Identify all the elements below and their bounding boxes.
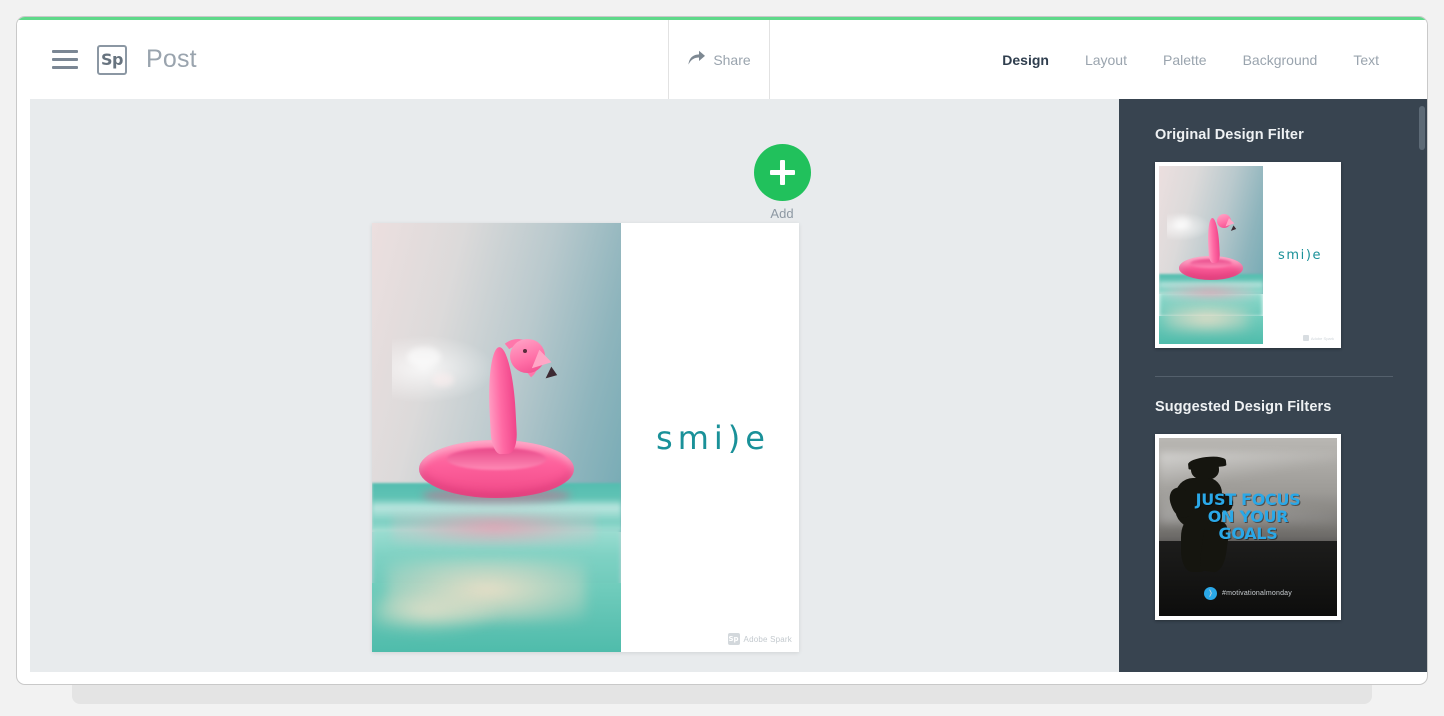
adobe-spark-watermark-logo-icon: Sp: [727, 633, 740, 645]
runner-head: [1190, 458, 1219, 480]
header-left-group: Sp Post: [17, 20, 668, 99]
share-label: Share: [713, 51, 751, 68]
adobe-spark-watermark: Sp Adobe Spark: [727, 633, 792, 645]
artboard-photo: [372, 223, 621, 652]
plus-icon: [753, 144, 811, 201]
thumb-flamingo-reflection: [1167, 286, 1253, 301]
poster-headline-line-3: GOALS: [1218, 524, 1278, 544]
suggested-design-filter-thumbnail[interactable]: JUST FOCUS ON YOUR GOALS ❭ #motivational…: [1155, 434, 1341, 620]
artboard-text-pane[interactable]: smi)e Sp Adobe Spark: [621, 223, 799, 652]
canvas-workspace: Add smi)e Sp Adobe Spark: [30, 99, 1119, 672]
lens-flare-icon: [1173, 217, 1190, 228]
hamburger-menu-icon[interactable]: [52, 50, 78, 69]
thumbnail-content: JUST FOCUS ON YOUR GOALS ❭ #motivational…: [1159, 438, 1337, 616]
photo-sun-glow: [391, 334, 497, 404]
app-window: Sp Post Share Design Layout Palette Back…: [16, 16, 1428, 685]
original-design-filter-thumbnail[interactable]: smi)e Adobe Spark: [1155, 162, 1341, 348]
flamingo-eye: [522, 349, 527, 354]
thumbnail-content: smi)e Adobe Spark: [1159, 166, 1337, 344]
design-filters-panel: Original Design Filter smi)e Adobe Spark…: [1119, 99, 1427, 672]
adobe-spark-watermark-label: Adobe Spark: [743, 634, 792, 644]
add-button-label: Add: [770, 206, 794, 221]
share-button[interactable]: Share: [668, 20, 770, 99]
thumb-watermark: Adobe Spark: [1302, 335, 1334, 341]
tab-design[interactable]: Design: [1002, 52, 1049, 68]
hamburger-bar: [52, 66, 78, 69]
photo-underwater-sand: [374, 587, 504, 635]
adobe-spark-logo-icon[interactable]: Sp: [97, 44, 127, 75]
app-header: Sp Post Share Design Layout Palette Back…: [17, 20, 1427, 99]
thumb-headline: smi)e: [1277, 247, 1323, 263]
document-title[interactable]: Post: [146, 45, 197, 74]
hamburger-bar: [52, 58, 78, 61]
add-button[interactable]: Add: [742, 144, 822, 221]
suggested-design-filters-section: Suggested Design Filters JUST FOCUS ON Y…: [1119, 377, 1427, 620]
twitter-icon: ❭: [1204, 586, 1218, 600]
screenshot-root: Sp Post Share Design Layout Palette Back…: [0, 0, 1444, 716]
photo-flamingo-reflection: [391, 512, 597, 547]
header-nav: Design Layout Palette Background Text: [770, 20, 1427, 99]
tab-text[interactable]: Text: [1353, 52, 1379, 68]
thumb-photo: [1159, 166, 1264, 344]
thumb-sun-glow: [1167, 212, 1212, 241]
poster-headline-line-1: JUST FOCUS: [1195, 490, 1301, 510]
thumb-text-pane: smi)e Adobe Spark: [1263, 166, 1337, 344]
artboard-headline[interactable]: smi)e: [650, 419, 770, 457]
original-design-filter-section: Original Design Filter smi)e Adobe Spark: [1119, 99, 1427, 348]
poster-hashtag: #motivationalmonday: [1222, 589, 1292, 597]
hamburger-bar: [52, 50, 78, 53]
suggested-design-filters-title: Suggested Design Filters: [1155, 399, 1332, 415]
runner-poster: JUST FOCUS ON YOUR GOALS ❭ #motivational…: [1159, 438, 1337, 616]
poster-headline: JUST FOCUS ON YOUR GOALS: [1159, 491, 1337, 542]
artboard[interactable]: smi)e Sp Adobe Spark: [372, 223, 799, 652]
thumb-watermark-label: Adobe Spark: [1310, 335, 1334, 341]
panel-scrollbar-thumb[interactable]: [1419, 106, 1425, 150]
tab-layout[interactable]: Layout: [1085, 52, 1127, 68]
window-drop-shadow: [72, 684, 1372, 704]
thumb-watermark-logo-icon: [1302, 335, 1309, 341]
share-arrow-icon: [687, 49, 706, 71]
lens-flare-icon: [431, 373, 454, 388]
tab-palette[interactable]: Palette: [1163, 52, 1207, 68]
poster-footer: ❭ #motivationalmonday: [1159, 586, 1337, 600]
original-design-filter-title: Original Design Filter: [1155, 127, 1304, 143]
poster-headline-line-2: ON YOUR: [1207, 507, 1289, 527]
tab-background[interactable]: Background: [1243, 52, 1318, 68]
thumb-underwater-sand: [1165, 304, 1249, 332]
